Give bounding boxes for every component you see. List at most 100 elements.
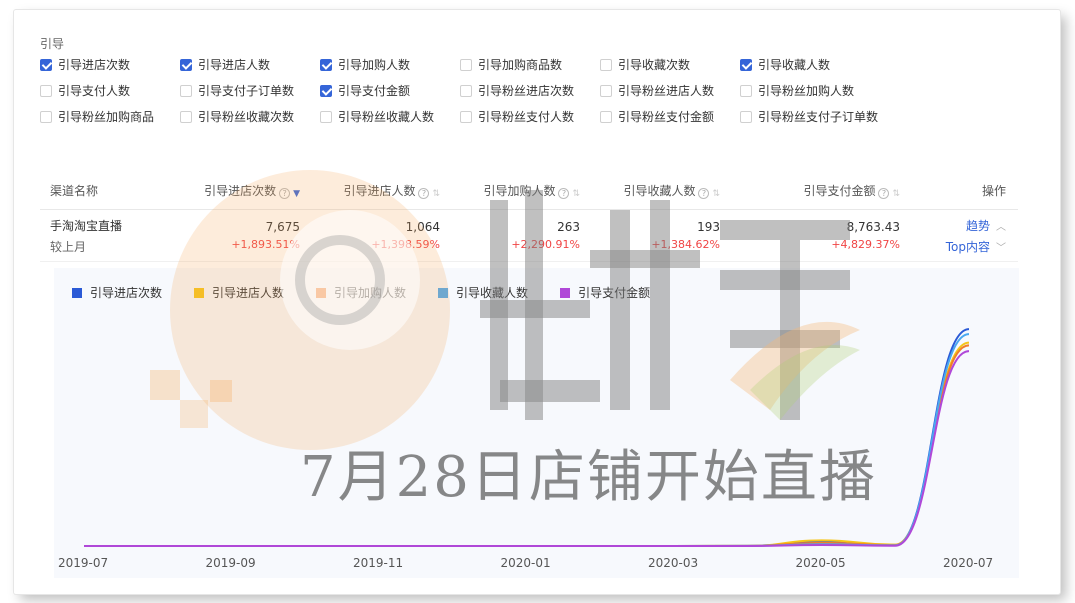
visits-value: 7,675 bbox=[265, 220, 300, 234]
checkbox-unchecked-icon[interactable] bbox=[40, 84, 52, 97]
metric-checkbox[interactable]: 引导收藏次数 bbox=[600, 56, 740, 73]
trend-link[interactable]: 趋势 ︿ bbox=[966, 217, 1006, 234]
metric-checkbox[interactable]: 引导支付子订单数 bbox=[180, 82, 320, 99]
x-tick-label: 2020-01 bbox=[500, 556, 551, 570]
metric-checkbox[interactable]: 引导加购人数 bbox=[320, 56, 460, 73]
visits-cell: 7,675 +1,893.51% bbox=[190, 220, 300, 251]
checkbox-unchecked-icon[interactable] bbox=[600, 84, 612, 97]
checkbox-unchecked-icon[interactable] bbox=[460, 110, 472, 123]
metric-checkbox-label: 引导收藏人数 bbox=[758, 58, 831, 72]
metric-checkbox[interactable]: 引导粉丝加购人数 bbox=[740, 82, 880, 99]
metric-checkbox-label: 引导进店次数 bbox=[58, 58, 131, 72]
checkbox-unchecked-icon[interactable] bbox=[180, 110, 192, 123]
series-line bbox=[83, 328, 970, 547]
metric-checkbox-label: 引导加购商品数 bbox=[478, 58, 563, 72]
legend-item[interactable]: 引导进店次数 bbox=[72, 284, 162, 301]
metric-checkbox[interactable]: 引导粉丝进店次数 bbox=[460, 82, 600, 99]
section-label: 引导 bbox=[40, 37, 65, 51]
checkbox-unchecked-icon[interactable] bbox=[40, 110, 52, 123]
col-favorites[interactable]: 引导收藏人数? ⇅ bbox=[580, 182, 720, 199]
add-cart-value: 263 bbox=[557, 220, 580, 234]
series-line bbox=[83, 333, 970, 547]
legend-swatch bbox=[316, 287, 327, 298]
sort-desc-icon[interactable]: ▼ bbox=[293, 189, 300, 199]
metric-checkbox[interactable]: 引导支付金额 bbox=[320, 82, 460, 99]
favorites-value: 193 bbox=[697, 220, 720, 234]
metric-checkbox[interactable]: 引导粉丝支付金额 bbox=[600, 108, 740, 125]
chevron-up-icon: ︿ bbox=[996, 221, 1006, 233]
metric-checkbox-label: 引导支付人数 bbox=[58, 84, 131, 98]
checkbox-checked-icon[interactable] bbox=[320, 58, 332, 71]
help-icon[interactable]: ? bbox=[279, 188, 291, 199]
col-channel-name: 渠道名称 bbox=[50, 184, 99, 198]
metric-checkbox[interactable]: 引导加购商品数 bbox=[460, 56, 600, 73]
col-visits[interactable]: 引导进店次数? ▼ bbox=[190, 182, 300, 199]
metric-checkbox-label: 引导加购人数 bbox=[338, 58, 411, 72]
favorites-cell: 193 +1,384.62% bbox=[580, 220, 720, 251]
checkbox-unchecked-icon[interactable] bbox=[460, 84, 472, 97]
checkbox-unchecked-icon[interactable] bbox=[740, 84, 752, 97]
col-visitors[interactable]: 引导进店人数? ⇅ bbox=[300, 182, 440, 199]
visitors-value: 1,064 bbox=[405, 220, 440, 234]
x-tick-label: 2020-03 bbox=[648, 556, 699, 570]
checkbox-checked-icon[interactable] bbox=[320, 84, 332, 97]
checkbox-unchecked-icon[interactable] bbox=[180, 84, 192, 97]
visits-delta: +1,893.51% bbox=[231, 238, 300, 251]
metric-checkbox-label: 引导粉丝支付人数 bbox=[478, 110, 575, 124]
checkbox-checked-icon[interactable] bbox=[740, 58, 752, 71]
legend-label: 引导收藏人数 bbox=[456, 286, 529, 300]
help-icon[interactable]: ? bbox=[558, 188, 570, 199]
table-header: 渠道名称 引导进店次数? ▼ 引导进店人数? ⇅ 引导加购人数? ⇅ 引导收藏人数? ⇅… bbox=[40, 172, 1018, 210]
legend-swatch bbox=[560, 287, 571, 298]
checkbox-unchecked-icon[interactable] bbox=[320, 110, 332, 123]
checkbox-unchecked-icon[interactable] bbox=[600, 58, 612, 71]
add-cart-cell: 263 +2,290.91% bbox=[440, 220, 580, 251]
chevron-down-icon: ﹀ bbox=[996, 242, 1006, 254]
channel-name: 手淘淘宝直播 bbox=[50, 218, 123, 233]
favorites-delta: +1,384.62% bbox=[651, 238, 720, 251]
metric-checkbox[interactable]: 引导粉丝支付人数 bbox=[460, 108, 600, 125]
payment-cell: 8,763.43 +4,829.37% bbox=[720, 220, 900, 251]
legend-item[interactable]: 引导加购人数 bbox=[316, 284, 406, 301]
legend-item[interactable]: 引导支付金额 bbox=[560, 284, 650, 301]
metric-checkbox[interactable]: 引导进店人数 bbox=[180, 56, 320, 73]
top-content-link[interactable]: Top内容 ﹀ bbox=[946, 238, 1006, 255]
sort-icon[interactable]: ⇅ bbox=[432, 189, 440, 199]
legend-label: 引导进店人数 bbox=[212, 286, 285, 300]
legend-item[interactable]: 引导进店人数 bbox=[194, 284, 284, 301]
metric-checkbox-label: 引导粉丝支付子订单数 bbox=[758, 110, 879, 124]
checkbox-unchecked-icon[interactable] bbox=[460, 58, 472, 71]
metric-checkbox[interactable]: 引导粉丝进店人数 bbox=[600, 82, 740, 99]
sort-icon[interactable]: ⇅ bbox=[712, 189, 720, 199]
metric-checkbox-label: 引导粉丝收藏次数 bbox=[198, 110, 295, 124]
help-icon[interactable]: ? bbox=[698, 188, 710, 199]
checkbox-checked-icon[interactable] bbox=[40, 58, 52, 71]
help-icon[interactable]: ? bbox=[418, 188, 430, 199]
metric-checkbox-label: 引导粉丝加购人数 bbox=[758, 84, 855, 98]
col-payment[interactable]: 引导支付金额? ⇅ bbox=[720, 182, 900, 199]
metric-checkbox[interactable]: 引导进店次数 bbox=[40, 56, 180, 73]
checkbox-unchecked-icon[interactable] bbox=[740, 110, 752, 123]
metric-checkbox-label: 引导粉丝收藏人数 bbox=[338, 110, 435, 124]
metric-checkbox[interactable]: 引导粉丝收藏次数 bbox=[180, 108, 320, 125]
metric-checkbox[interactable]: 引导粉丝加购商品 bbox=[40, 108, 180, 125]
metric-checkbox[interactable]: 引导粉丝收藏人数 bbox=[320, 108, 460, 125]
add-cart-delta: +2,290.91% bbox=[511, 238, 580, 251]
trend-line-chart bbox=[83, 328, 970, 547]
metric-checkbox-label: 引导粉丝进店人数 bbox=[618, 84, 715, 98]
metric-checkbox[interactable]: 引导粉丝支付子订单数 bbox=[740, 108, 880, 125]
help-icon[interactable]: ? bbox=[878, 188, 890, 199]
checkbox-checked-icon[interactable] bbox=[180, 58, 192, 71]
metric-checkbox[interactable]: 引导支付人数 bbox=[40, 82, 180, 99]
checkbox-unchecked-icon[interactable] bbox=[600, 110, 612, 123]
actions-cell: 趋势 ︿ Top内容 ﹀ bbox=[900, 217, 1018, 255]
metric-checkbox-label: 引导进店人数 bbox=[198, 58, 271, 72]
metric-checkbox[interactable]: 引导收藏人数 bbox=[740, 56, 880, 73]
payment-value: 8,763.43 bbox=[846, 220, 900, 234]
col-add-cart[interactable]: 引导加购人数? ⇅ bbox=[440, 182, 580, 199]
sort-icon[interactable]: ⇅ bbox=[892, 189, 900, 199]
chart-legend: 引导进店次数 引导进店人数 引导加购人数 引导收藏人数 引导支付金额 bbox=[72, 284, 650, 301]
series-line bbox=[83, 341, 970, 547]
legend-item[interactable]: 引导收藏人数 bbox=[438, 284, 528, 301]
sort-icon[interactable]: ⇅ bbox=[572, 189, 580, 199]
